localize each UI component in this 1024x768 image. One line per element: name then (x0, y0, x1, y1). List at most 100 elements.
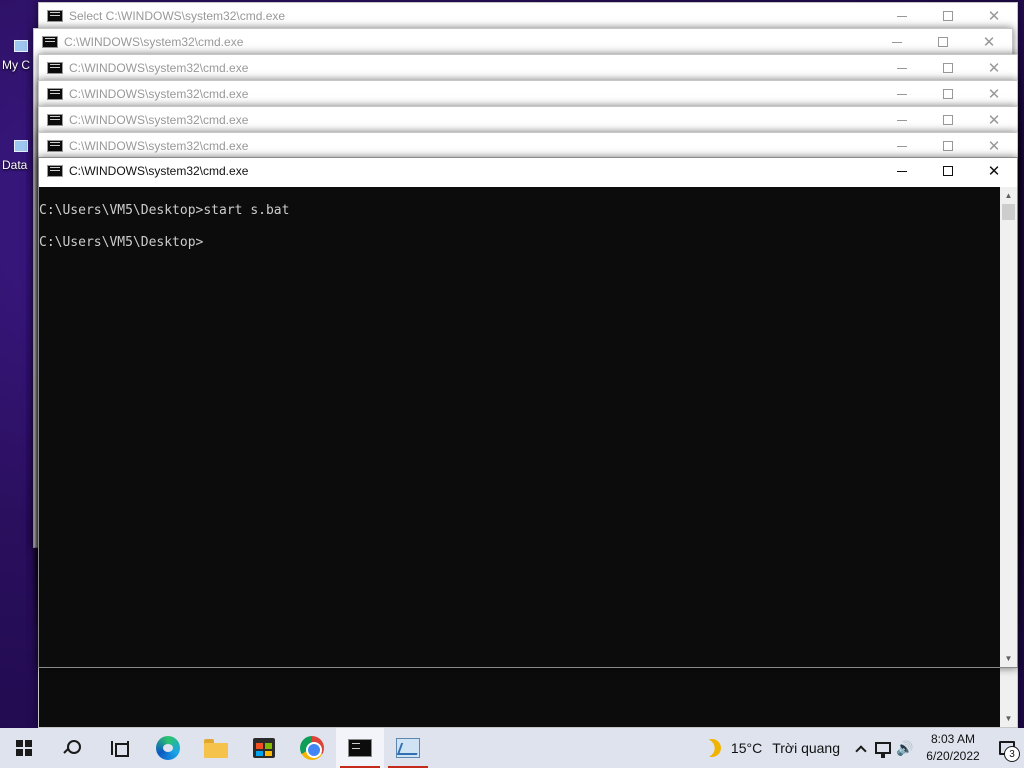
chrome-icon (300, 736, 324, 760)
cmd-app-icon (47, 114, 63, 126)
close-icon: ✕ (987, 162, 1001, 180)
scroll-up-icon[interactable]: ▲ (1000, 187, 1017, 204)
network-icon (875, 742, 891, 758)
close-icon: ✕ (987, 137, 1001, 155)
maximize-button[interactable] (925, 3, 971, 29)
maximize-icon (943, 141, 953, 151)
scroll-down-icon[interactable]: ▼ (1000, 710, 1017, 727)
store-icon (253, 738, 275, 758)
clock[interactable]: 8:03 AM 6/20/2022 (916, 728, 990, 768)
minimize-button[interactable] (879, 107, 925, 133)
console-area[interactable]: C:\Users\VM5\Desktop>start s.bat C:\User… (39, 187, 1017, 667)
minimize-button[interactable] (879, 158, 925, 184)
maximize-button[interactable] (920, 29, 966, 55)
chrome-button[interactable] (288, 728, 336, 768)
cmd-app-icon (47, 140, 63, 152)
window-title: C:\WINDOWS\system32\cmd.exe (64, 35, 244, 49)
title-bar[interactable]: C:\WINDOWS\system32\cmd.exe ✕ (39, 55, 1017, 81)
maximize-button[interactable] (925, 158, 971, 184)
store-button[interactable] (240, 728, 288, 768)
cmd-app-icon (42, 36, 58, 48)
minimize-button[interactable] (879, 55, 925, 81)
minimize-button[interactable] (879, 133, 925, 159)
volume-button[interactable]: 🔊 (894, 728, 916, 768)
title-bar[interactable]: C:\WINDOWS\system32\cmd.exe ✕ (39, 81, 1017, 107)
moon-icon (700, 736, 723, 759)
computer-icon[interactable] (14, 40, 28, 52)
notification-center-button[interactable]: 3 (990, 728, 1024, 768)
network-button[interactable] (872, 728, 894, 768)
cmd-app-icon (47, 165, 63, 177)
title-bar[interactable]: C:\WINDOWS\system32\cmd.exe ✕ (39, 107, 1017, 133)
title-bar[interactable]: Select C:\WINDOWS\system32\cmd.exe ✕ (39, 3, 1017, 29)
taskbar: 15°C Trời quang 🔊 8:03 AM 6/20/2022 3 (0, 728, 1024, 768)
folder-icon[interactable] (14, 140, 28, 152)
notification-count-badge: 3 (1004, 746, 1020, 762)
minimize-icon (897, 145, 907, 147)
cmd-taskbar-button[interactable] (336, 728, 384, 768)
start-icon (16, 740, 32, 756)
maximize-button[interactable] (925, 133, 971, 159)
search-button[interactable] (48, 728, 96, 768)
close-button[interactable]: ✕ (971, 3, 1017, 29)
maximize-icon (943, 11, 953, 21)
weather-condition: Trời quang (772, 740, 840, 756)
maximize-button[interactable] (925, 55, 971, 81)
cmd-app-icon (47, 10, 63, 22)
scroll-down-icon[interactable]: ▼ (1000, 650, 1017, 667)
minimize-icon (897, 119, 907, 121)
close-button[interactable]: ✕ (971, 107, 1017, 133)
chevron-up-icon (855, 744, 867, 757)
window-title: Select C:\WINDOWS\system32\cmd.exe (69, 9, 286, 23)
minimize-button[interactable] (879, 3, 925, 29)
maximize-icon (943, 115, 953, 125)
window-title: C:\WINDOWS\system32\cmd.exe (69, 139, 249, 153)
minimize-icon (897, 170, 907, 172)
performance-monitor-button[interactable] (384, 728, 432, 768)
console-prompt[interactable]: C:\Users\VM5\Desktop> (39, 235, 999, 251)
close-button[interactable]: ✕ (971, 55, 1017, 81)
maximize-icon (943, 89, 953, 99)
file-explorer-button[interactable] (192, 728, 240, 768)
maximize-icon (943, 63, 953, 73)
edge-button[interactable] (144, 728, 192, 768)
minimize-button[interactable] (874, 29, 920, 55)
desktop-icon-label[interactable]: Data (2, 158, 27, 172)
active-cmd-window[interactable]: C:\WINDOWS\system32\cmd.exe ✕ C:\Users\V… (38, 157, 1018, 668)
console-output[interactable]: C:\Users\VM5\Desktop>start s.bat C:\User… (39, 203, 999, 251)
title-bar[interactable]: C:\WINDOWS\system32\cmd.exe ✕ (39, 133, 1017, 159)
close-icon: ✕ (982, 33, 996, 51)
cmd-app-icon (47, 62, 63, 74)
task-view-button[interactable] (96, 728, 144, 768)
console-line: C:\Users\VM5\Desktop>start s.bat (39, 203, 290, 218)
window-title: C:\WINDOWS\system32\cmd.exe (69, 61, 249, 75)
close-button[interactable]: ✕ (971, 81, 1017, 107)
weather-widget[interactable]: 15°C Trời quang (693, 728, 850, 768)
start-button[interactable] (0, 728, 48, 768)
clock-time: 8:03 AM (930, 732, 976, 746)
title-bar[interactable]: C:\WINDOWS\system32\cmd.exe ✕ (39, 158, 1017, 184)
cmd-icon (348, 739, 372, 757)
maximize-icon (943, 166, 953, 176)
window-title: C:\WINDOWS\system32\cmd.exe (69, 113, 249, 127)
close-icon: ✕ (987, 7, 1001, 25)
title-bar[interactable]: C:\WINDOWS\system32\cmd.exe ✕ (34, 29, 1012, 55)
desktop-icon-label[interactable]: My C (2, 58, 30, 72)
weather-temperature: 15°C (730, 740, 763, 756)
vertical-scrollbar[interactable]: ▲ ▼ (1000, 187, 1017, 667)
scrollbar-thumb[interactable] (1002, 204, 1015, 220)
close-icon: ✕ (987, 85, 1001, 103)
maximize-button[interactable] (925, 81, 971, 107)
performance-monitor-icon (396, 738, 420, 758)
show-hidden-icons-button[interactable] (850, 728, 872, 768)
maximize-button[interactable] (925, 107, 971, 133)
close-button[interactable]: ✕ (966, 29, 1012, 55)
cmd-app-icon (47, 88, 63, 100)
close-button[interactable]: ✕ (971, 133, 1017, 159)
minimize-button[interactable] (879, 81, 925, 107)
window-title: C:\WINDOWS\system32\cmd.exe (69, 87, 249, 101)
minimize-icon (897, 67, 907, 69)
file-explorer-icon (204, 738, 228, 758)
close-button[interactable]: ✕ (971, 158, 1017, 184)
